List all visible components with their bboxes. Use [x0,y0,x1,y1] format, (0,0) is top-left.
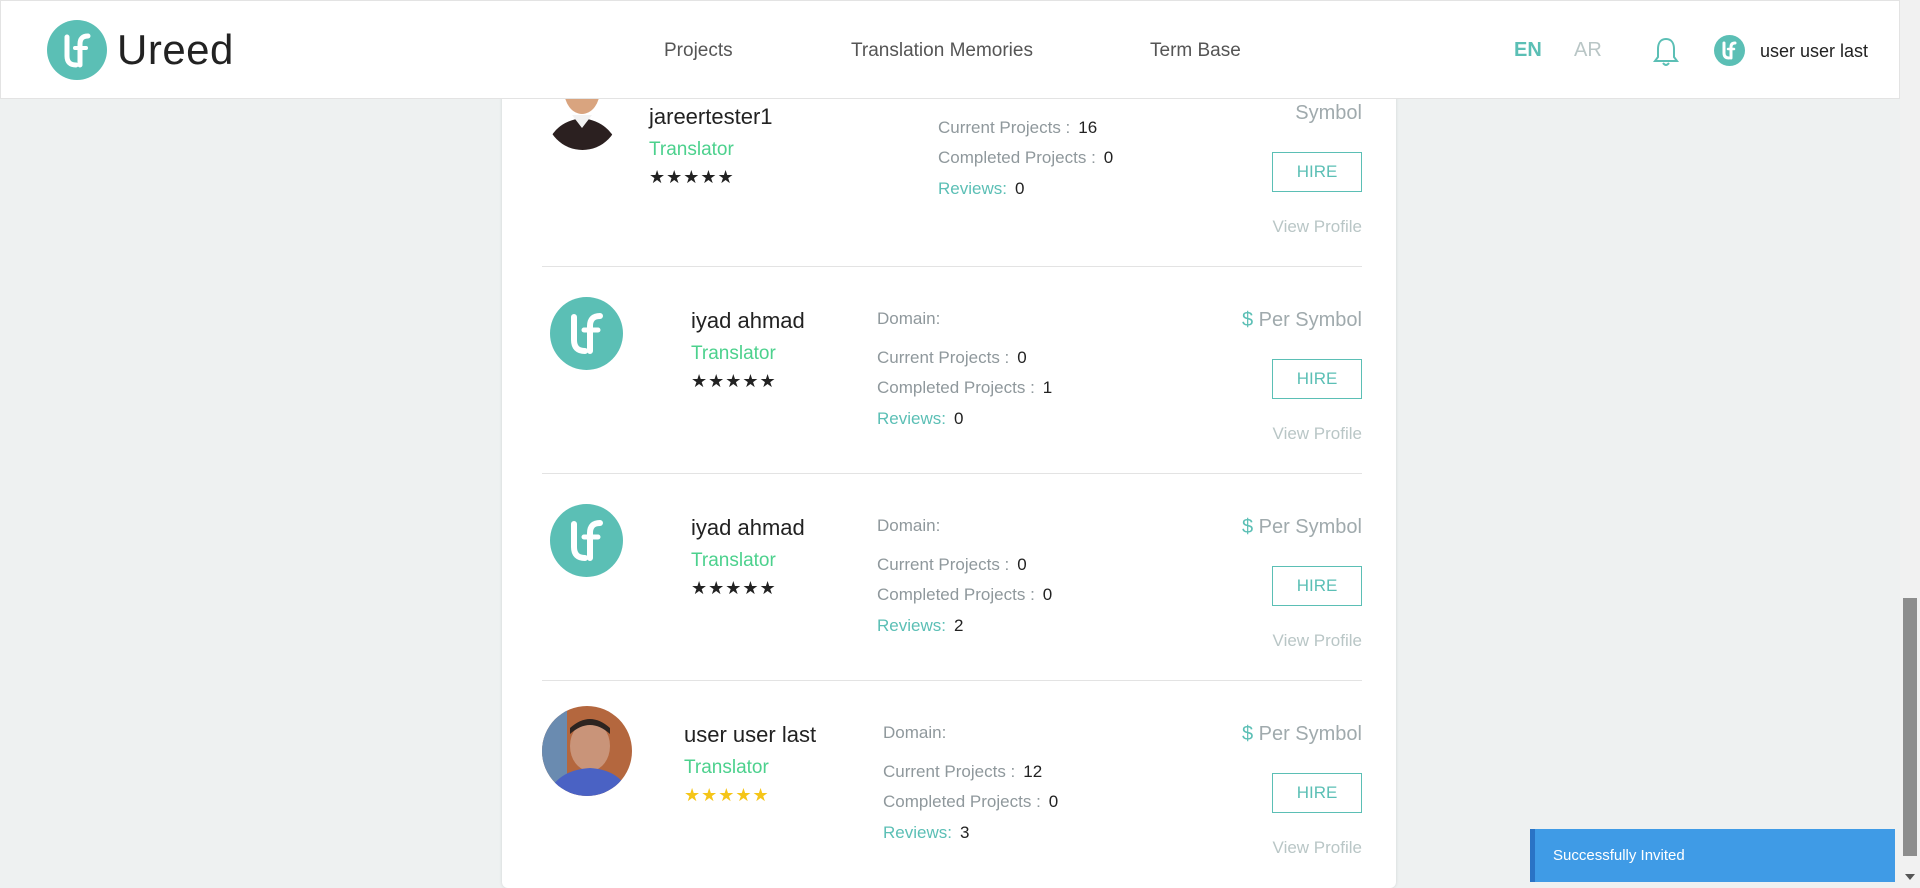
rating-stars: ★★★★★ [649,167,735,187]
rating-stars: ★★★★★ [691,371,777,391]
completed-projects: Completed Projects :0 [877,585,1053,604]
nav-projects[interactable]: Projects [664,40,733,62]
lang-en-button[interactable]: EN [1514,39,1542,62]
reviews: Reviews: 3 [883,823,970,842]
scroll-down-arrow-icon[interactable] [1905,874,1915,880]
lang-ar-button[interactable]: AR [1574,39,1602,62]
domain-label: Domain: [877,309,941,328]
hire-button[interactable]: HIRE [1272,359,1362,399]
rating-stars: ★★★★★ [684,785,770,805]
current-projects: Current Projects :0 [877,348,1027,367]
view-profile-link[interactable]: View Profile [1273,631,1362,651]
hire-button[interactable]: HIRE [1272,773,1362,813]
bell-icon[interactable] [1652,36,1680,68]
price-per-symbol: Symbol [1295,102,1362,124]
user-avatar-icon[interactable] [1714,35,1745,66]
translator-name[interactable]: jareertester1 [649,104,773,130]
reviews: Reviews: 2 [877,616,964,635]
translator-role: Translator [649,139,734,160]
translator-avatar-icon[interactable] [550,297,623,370]
nav-translation-memories[interactable]: Translation Memories [851,40,1033,62]
translator-role: Translator [691,550,776,571]
current-projects: Current Projects :16 [938,118,1098,137]
hire-button[interactable]: HIRE [1272,152,1362,192]
view-profile-link[interactable]: View Profile [1273,838,1362,858]
user-menu-name[interactable]: user user last [1760,41,1868,62]
translator-name[interactable]: iyad ahmad [691,515,805,541]
translator-row: iyad ahmad Translator ★★★★★ Domain: Curr… [542,267,1362,474]
ureed-logo[interactable]: Ureed [47,20,234,80]
completed-projects: Completed Projects :0 [883,792,1059,811]
view-profile-link[interactable]: View Profile [1273,217,1362,237]
toast-message: Successfully Invited [1553,847,1685,864]
rating-stars: ★★★★★ [691,578,777,598]
translator-name[interactable]: iyad ahmad [691,308,805,334]
success-toast: Successfully Invited [1530,829,1895,882]
translator-role: Translator [691,343,776,364]
translator-role: Translator [684,757,769,778]
price-per-symbol: $ Per Symbol [1241,723,1362,745]
domain-label: Domain: [883,723,947,742]
current-projects: Current Projects :0 [877,555,1027,574]
hire-button[interactable]: HIRE [1272,566,1362,606]
translator-photo[interactable] [542,706,632,796]
price-per-symbol: $ Per Symbol [1241,309,1362,331]
translator-name[interactable]: user user last [684,722,816,748]
translator-row: iyad ahmad Translator ★★★★★ Domain: Curr… [542,474,1362,681]
completed-projects: Completed Projects :1 [877,378,1053,397]
translator-row: user user last Translator ★★★★★ Domain: … [542,681,1362,888]
current-projects: Current Projects :12 [883,762,1043,781]
reviews: Reviews: 0 [877,409,964,428]
translator-avatar-icon[interactable] [550,504,623,577]
ureed-logo-icon [47,20,107,80]
view-profile-link[interactable]: View Profile [1273,424,1362,444]
completed-projects: Completed Projects :0 [938,148,1114,167]
price-per-symbol: $ Per Symbol [1241,516,1362,538]
reviews: Reviews: 0 [938,179,1025,198]
scrollbar-thumb[interactable] [1903,598,1917,856]
top-navbar: Ureed Projects Translation Memories Term… [0,0,1900,99]
translator-list-card: jareertester1 Translator ★★★★★ Current P… [502,0,1396,888]
logo-text: Ureed [117,26,234,73]
page-scrollbar[interactable] [1900,0,1920,888]
nav-term-base[interactable]: Term Base [1150,40,1241,62]
domain-label: Domain: [877,516,941,535]
